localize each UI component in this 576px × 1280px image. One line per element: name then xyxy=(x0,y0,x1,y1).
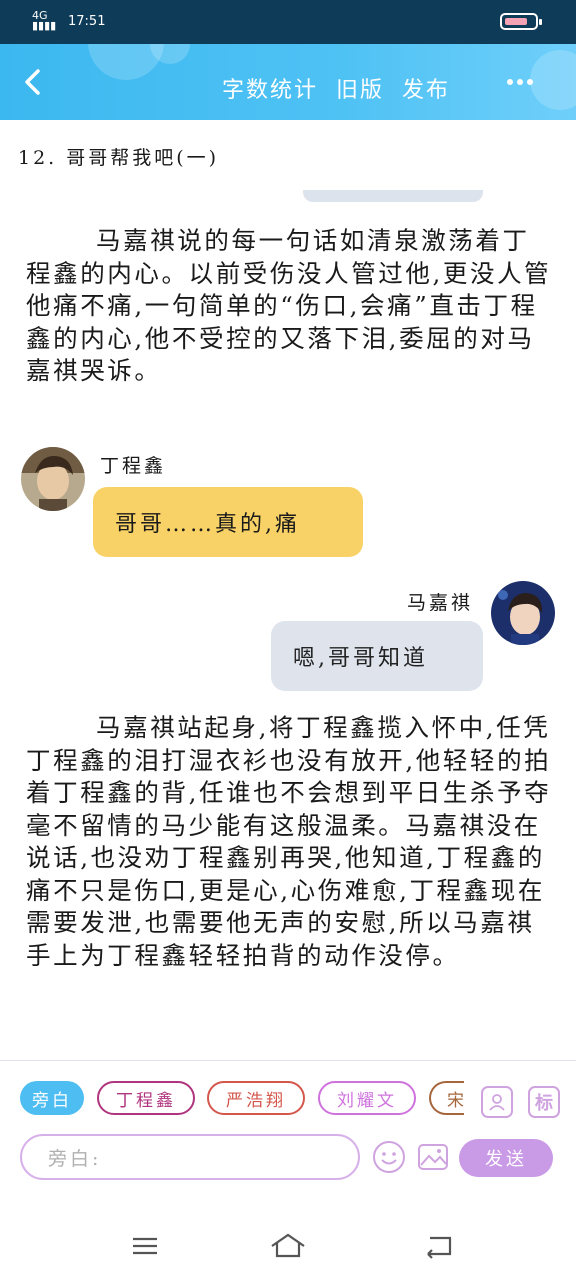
back-icon xyxy=(427,1236,452,1259)
publish-button[interactable]: 发布 xyxy=(402,78,450,103)
old-version-button[interactable]: 旧版 xyxy=(336,78,384,103)
role-chip[interactable]: 丁程鑫 xyxy=(97,1081,195,1115)
menu-icon xyxy=(133,1237,157,1255)
more-dots-icon xyxy=(505,75,535,94)
signal-bars-icon: ▮▮▮▮ xyxy=(32,19,57,32)
narration-paragraph[interactable]: 马嘉祺站起身,将丁程鑫揽入怀中,任凭丁程鑫的泪打湿衣衫也没有放开,他轻轻的拍着丁… xyxy=(26,712,552,972)
role-chip[interactable]: 宋 xyxy=(429,1081,464,1115)
header-actions: 字数统计 旧版 发布 xyxy=(222,72,468,104)
image-button[interactable] xyxy=(415,1139,451,1175)
signal-indicator: 4G ▮▮▮▮ xyxy=(32,10,57,32)
smiley-icon xyxy=(373,1141,405,1173)
nav-back-button[interactable] xyxy=(420,1230,460,1262)
avatar[interactable] xyxy=(21,447,85,511)
home-icon xyxy=(271,1233,305,1258)
chapter-title[interactable]: 12. 哥哥帮我吧(一) xyxy=(18,143,219,170)
battery-icon xyxy=(500,13,542,30)
message-input[interactable]: 旁白: xyxy=(20,1134,360,1180)
clock: 17:51 xyxy=(68,14,106,29)
role-chip[interactable]: 刘耀文 xyxy=(318,1081,416,1115)
home-button[interactable] xyxy=(268,1230,308,1262)
scroll-divider xyxy=(303,190,483,202)
composer-panel: 旁白 丁程鑫 严浩翔 刘耀文 宋 标 旁白: 发送 xyxy=(0,1060,576,1213)
narration-paragraph[interactable]: 马嘉祺说的每一句话如清泉激荡着丁程鑫的内心。以前受伤没人管过他,更没人管他痛不痛… xyxy=(26,225,552,388)
send-button[interactable]: 发送 xyxy=(459,1139,553,1177)
emoji-button[interactable] xyxy=(371,1139,407,1175)
image-icon xyxy=(418,1144,448,1170)
speaker-name: 丁程鑫 xyxy=(100,455,167,477)
word-count-button[interactable]: 字数统计 xyxy=(222,78,318,103)
dialogue-bubble[interactable]: 哥哥……真的,痛 xyxy=(93,487,363,557)
tag-button[interactable]: 标 xyxy=(528,1086,560,1118)
menu-button[interactable] xyxy=(125,1230,165,1262)
chevron-left-icon xyxy=(25,69,40,95)
role-chip[interactable]: 严浩翔 xyxy=(207,1081,305,1115)
role-manage-button[interactable] xyxy=(481,1086,513,1118)
role-chip-narrator[interactable]: 旁白 xyxy=(20,1081,84,1115)
more-button[interactable] xyxy=(505,74,539,90)
status-bar: 4G ▮▮▮▮ 17:51 xyxy=(0,0,576,44)
dialogue-bubble[interactable]: 嗯,哥哥知道 xyxy=(271,621,483,691)
speaker-name: 马嘉祺 xyxy=(407,592,474,614)
back-button[interactable] xyxy=(16,64,52,100)
editor-header: 字数统计 旧版 发布 xyxy=(0,44,576,120)
system-nav-bar xyxy=(0,1212,576,1280)
person-card-icon xyxy=(489,1094,505,1111)
avatar[interactable] xyxy=(491,581,555,645)
